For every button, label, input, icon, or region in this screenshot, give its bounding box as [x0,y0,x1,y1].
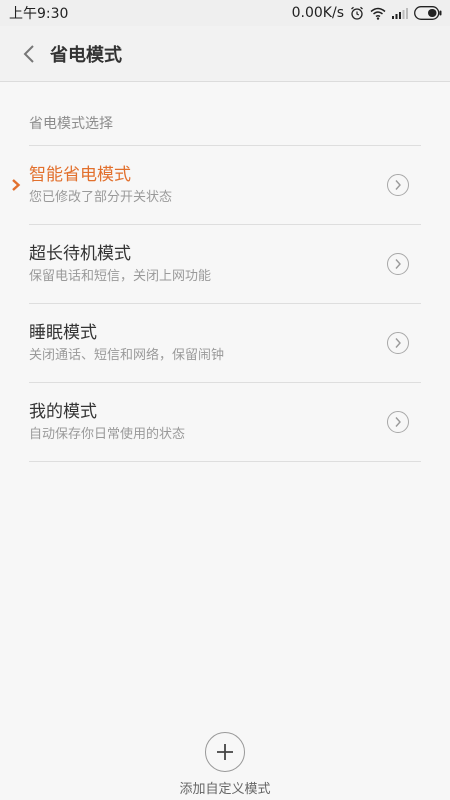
add-custom-mode-area: 添加自定义模式 [0,732,450,797]
status-icons: 0.00K/s [292,5,442,21]
mode-item-smart[interactable]: 智能省电模式 您已修改了部分开关状态 [12,146,421,225]
mode-subtitle: 关闭通话、短信和网络，保留闹钟 [29,348,225,363]
add-custom-mode-label: 添加自定义模式 [179,782,271,797]
mode-title: 智能省电模式 [29,165,131,185]
app-header: 省电模式 [0,26,450,82]
mode-title: 我的模式 [29,402,97,422]
mode-subtitle: 保留电话和短信，关闭上网功能 [29,269,212,284]
add-custom-mode-button[interactable] [205,732,245,772]
alarm-icon [350,6,364,20]
status-time: 上午9:30 [9,6,69,22]
section-label: 省电模式选择 [29,116,421,146]
chevron-right-circle-icon[interactable] [387,332,409,354]
plus-icon [217,744,233,760]
mode-item-my-mode[interactable]: 我的模式 自动保存你日常使用的状态 [29,383,421,462]
chevron-right-circle-icon[interactable] [387,411,409,433]
mode-item-long-standby[interactable]: 超长待机模式 保留电话和短信，关闭上网功能 [29,225,421,304]
mode-title: 睡眠模式 [29,323,97,343]
wifi-icon [370,7,386,20]
chevron-right-active-icon [11,178,21,192]
status-bar: 上午9:30 0.00K/s [0,0,450,26]
signal-icon [392,7,408,19]
chevron-left-icon[interactable] [18,39,40,69]
chevron-right-circle-icon[interactable] [387,174,409,196]
mode-subtitle: 自动保存你日常使用的状态 [29,427,186,442]
mode-subtitle: 您已修改了部分开关状态 [29,190,173,205]
chevron-right-circle-icon[interactable] [387,253,409,275]
battery-icon [414,6,442,20]
network-speed: 0.00K/s [291,5,344,21]
mode-list-section: 省电模式选择 智能省电模式 您已修改了部分开关状态 超长待机模式 保留电话和短信… [0,116,450,462]
page-title: 省电模式 [50,44,122,66]
mode-item-sleep[interactable]: 睡眠模式 关闭通话、短信和网络，保留闹钟 [29,304,421,383]
mode-title: 超长待机模式 [29,244,131,264]
